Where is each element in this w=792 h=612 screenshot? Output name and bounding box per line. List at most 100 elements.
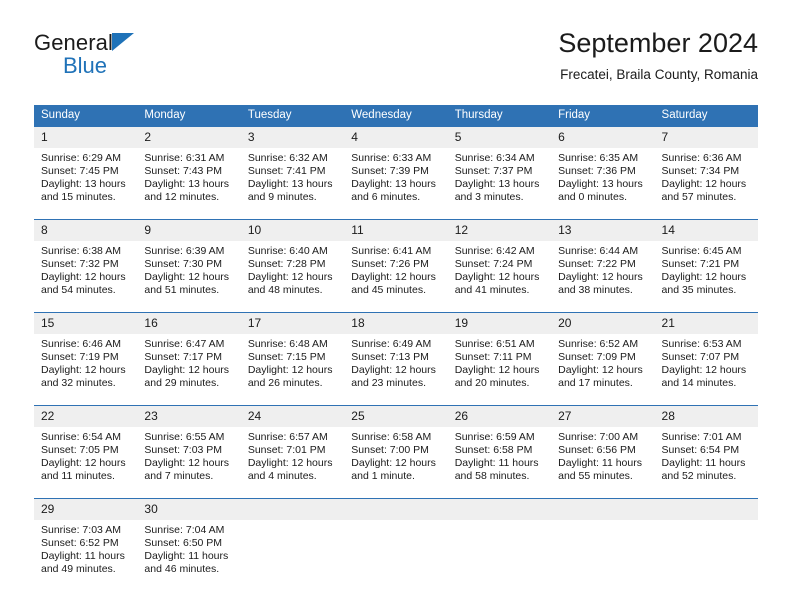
day-number	[551, 499, 655, 520]
daylight-duration-line1: Daylight: 12 hours	[144, 271, 230, 284]
sunset-time: Sunset: 6:52 PM	[41, 537, 119, 550]
calendar-day-cell[interactable]: 10 Sunrise: 6:40 AM Sunset: 7:28 PM Dayligh…	[240, 219, 345, 313]
day-cell-content: 23 Sunrise: 6:55 AM Sunset: 7:03 PM Dayligh…	[137, 406, 241, 498]
day-number: 5	[447, 127, 552, 148]
day-number: 21	[654, 313, 758, 334]
calendar-day-cell[interactable]: 17 Sunrise: 6:48 AM Sunset: 7:15 PM Dayligh…	[240, 312, 345, 406]
sunset-time: Sunset: 7:01 PM	[247, 444, 326, 457]
calendar-day-cell[interactable]: 12 Sunrise: 6:42 AM Sunset: 7:24 PM Dayligh…	[447, 219, 552, 313]
calendar-day-cell[interactable]: 5 Sunrise: 6:34 AM Sunset: 7:37 PM Daylight…	[447, 127, 552, 220]
weekday-header-row: Sunday Monday Tuesday Wednesday Thursday…	[34, 105, 758, 127]
sunset-time: Sunset: 7:05 PM	[41, 444, 119, 457]
calendar-day-cell[interactable]: 7 Sunrise: 6:36 AM Sunset: 7:34 PM Daylight…	[654, 127, 758, 220]
day-cell-content: 30 Sunrise: 7:04 AM Sunset: 6:50 PM Dayligh…	[137, 499, 241, 591]
daylight-duration-line2: and 12 minutes.	[144, 191, 220, 204]
calendar-day-cell[interactable]: 15 Sunrise: 6:46 AM Sunset: 7:19 PM Dayligh…	[34, 312, 138, 406]
sunrise-time: Sunrise: 6:48 AM	[247, 338, 328, 350]
calendar-day-cell[interactable]	[240, 498, 345, 591]
day-details: Sunrise: 6:31 AM Sunset: 7:43 PM Daylight:…	[137, 148, 240, 204]
calendar-day-cell[interactable]: 3 Sunrise: 6:32 AM Sunset: 7:41 PM Daylight…	[240, 127, 345, 220]
sunrise-time: Sunrise: 6:54 AM	[41, 431, 121, 443]
daylight-duration-line1: Daylight: 12 hours	[351, 364, 436, 377]
day-number: 17	[240, 313, 345, 334]
calendar-day-cell[interactable]: 21 Sunrise: 6:53 AM Sunset: 7:07 PM Dayligh…	[654, 312, 758, 406]
daylight-duration-line1: Daylight: 12 hours	[247, 364, 333, 377]
calendar-day-cell[interactable]: 30 Sunrise: 7:04 AM Sunset: 6:50 PM Dayligh…	[137, 498, 241, 591]
day-cell-content: 8 Sunrise: 6:38 AM Sunset: 7:32 PM Daylight…	[34, 220, 138, 312]
sunset-time: Sunset: 7:43 PM	[144, 165, 223, 178]
calendar-day-cell[interactable]: 9 Sunrise: 6:39 AM Sunset: 7:30 PM Daylight…	[137, 219, 241, 313]
calendar-day-cell[interactable]: 13 Sunrise: 6:44 AM Sunset: 7:22 PM Dayligh…	[551, 219, 655, 313]
calendar-day-cell[interactable]: 24 Sunrise: 6:57 AM Sunset: 7:01 PM Dayligh…	[240, 405, 345, 499]
day-details: Sunrise: 7:01 AM Sunset: 6:54 PM Daylight:…	[655, 427, 758, 483]
day-details: Sunrise: 6:40 AM Sunset: 7:28 PM Daylight:…	[241, 241, 344, 297]
sunset-time: Sunset: 7:21 PM	[661, 258, 740, 271]
calendar-day-cell[interactable]: 1 Sunrise: 6:29 AM Sunset: 7:45 PM Daylight…	[34, 127, 138, 220]
daylight-duration-line1: Daylight: 12 hours	[661, 364, 747, 377]
day-cell-content: 10 Sunrise: 6:40 AM Sunset: 7:28 PM Dayligh…	[240, 220, 345, 312]
day-cell-content: 29 Sunrise: 7:03 AM Sunset: 6:52 PM Dayligh…	[34, 499, 138, 591]
sunrise-time: Sunrise: 7:00 AM	[558, 431, 639, 443]
weekday-header-thursday: Thursday	[447, 105, 552, 127]
day-details: Sunrise: 6:36 AM Sunset: 7:34 PM Daylight:…	[655, 148, 758, 204]
daylight-duration-line1: Daylight: 12 hours	[41, 364, 126, 377]
calendar-day-cell[interactable]	[447, 498, 552, 591]
calendar-day-cell[interactable]: 23 Sunrise: 6:55 AM Sunset: 7:03 PM Dayligh…	[137, 405, 241, 499]
day-details: Sunrise: 7:04 AM Sunset: 6:50 PM Daylight:…	[137, 520, 240, 576]
sunset-time: Sunset: 7:17 PM	[144, 351, 223, 364]
sunset-time: Sunset: 7:28 PM	[247, 258, 326, 271]
day-cell-content	[551, 499, 655, 591]
sunset-time: Sunset: 7:00 PM	[351, 444, 429, 457]
sunset-time: Sunset: 6:56 PM	[558, 444, 636, 457]
daylight-duration-line1: Daylight: 13 hours	[247, 178, 333, 191]
day-number: 26	[447, 406, 552, 427]
calendar-day-cell[interactable]: 4 Sunrise: 6:33 AM Sunset: 7:39 PM Daylight…	[344, 127, 448, 220]
day-details: Sunrise: 6:47 AM Sunset: 7:17 PM Daylight:…	[137, 334, 240, 390]
day-number: 23	[137, 406, 241, 427]
sunset-time: Sunset: 7:39 PM	[351, 165, 429, 178]
calendar-day-cell[interactable]: 11 Sunrise: 6:41 AM Sunset: 7:26 PM Dayligh…	[344, 219, 448, 313]
day-number: 4	[344, 127, 448, 148]
sunrise-time: Sunrise: 6:29 AM	[41, 152, 121, 164]
daylight-duration-line1: Daylight: 13 hours	[144, 178, 230, 191]
day-number: 24	[240, 406, 345, 427]
calendar-day-cell[interactable]	[551, 498, 655, 591]
sunset-time: Sunset: 7:09 PM	[558, 351, 636, 364]
calendar-day-cell[interactable]: 27 Sunrise: 7:00 AM Sunset: 6:56 PM Dayligh…	[551, 405, 655, 499]
daylight-duration-line2: and 58 minutes.	[454, 470, 530, 483]
calendar-day-cell[interactable]: 2 Sunrise: 6:31 AM Sunset: 7:43 PM Daylight…	[137, 127, 241, 220]
day-cell-content: 12 Sunrise: 6:42 AM Sunset: 7:24 PM Dayligh…	[447, 220, 552, 312]
calendar-day-cell[interactable]: 29 Sunrise: 7:03 AM Sunset: 6:52 PM Dayligh…	[34, 498, 138, 591]
daylight-duration-line2: and 51 minutes.	[144, 284, 220, 297]
calendar-day-cell[interactable]: 28 Sunrise: 7:01 AM Sunset: 6:54 PM Dayligh…	[654, 405, 758, 499]
sunrise-time: Sunrise: 6:51 AM	[454, 338, 535, 350]
calendar-day-cell[interactable]: 16 Sunrise: 6:47 AM Sunset: 7:17 PM Dayligh…	[137, 312, 241, 406]
day-details: Sunrise: 6:32 AM Sunset: 7:41 PM Daylight:…	[241, 148, 344, 204]
day-number: 11	[344, 220, 448, 241]
calendar-day-cell[interactable]: 25 Sunrise: 6:58 AM Sunset: 7:00 PM Dayligh…	[344, 405, 448, 499]
calendar-day-cell[interactable]: 26 Sunrise: 6:59 AM Sunset: 6:58 PM Dayligh…	[447, 405, 552, 499]
calendar-day-cell[interactable]: 6 Sunrise: 6:35 AM Sunset: 7:36 PM Daylight…	[551, 127, 655, 220]
daylight-duration-line1: Daylight: 11 hours	[41, 550, 125, 563]
day-cell-content: 26 Sunrise: 6:59 AM Sunset: 6:58 PM Dayligh…	[447, 406, 552, 498]
calendar-day-cell[interactable]	[344, 498, 448, 591]
daylight-duration-line2: and 52 minutes.	[661, 470, 737, 483]
sunset-time: Sunset: 6:54 PM	[661, 444, 740, 457]
sunrise-time: Sunrise: 6:33 AM	[351, 152, 432, 164]
calendar-day-cell[interactable]: 18 Sunrise: 6:49 AM Sunset: 7:13 PM Dayligh…	[344, 312, 448, 406]
general-blue-logo[interactable]: General Blue	[34, 30, 254, 90]
sunrise-time: Sunrise: 6:41 AM	[351, 245, 432, 257]
day-details: Sunrise: 6:45 AM Sunset: 7:21 PM Daylight:…	[655, 241, 758, 297]
sunrise-time: Sunrise: 6:35 AM	[558, 152, 639, 164]
calendar-day-cell[interactable]: 19 Sunrise: 6:51 AM Sunset: 7:11 PM Dayligh…	[447, 312, 552, 406]
day-number: 30	[137, 499, 241, 520]
daylight-duration-line1: Daylight: 11 hours	[454, 457, 539, 470]
calendar-day-cell[interactable]: 20 Sunrise: 6:52 AM Sunset: 7:09 PM Dayligh…	[551, 312, 655, 406]
calendar-day-cell[interactable]: 22 Sunrise: 6:54 AM Sunset: 7:05 PM Dayligh…	[34, 405, 138, 499]
calendar-day-cell[interactable]	[654, 498, 758, 591]
day-details: Sunrise: 6:48 AM Sunset: 7:15 PM Daylight:…	[241, 334, 344, 390]
calendar-day-cell[interactable]: 14 Sunrise: 6:45 AM Sunset: 7:21 PM Dayligh…	[654, 219, 758, 313]
sunrise-time: Sunrise: 6:53 AM	[661, 338, 742, 350]
day-details: Sunrise: 6:29 AM Sunset: 7:45 PM Daylight:…	[34, 148, 137, 204]
calendar-day-cell[interactable]: 8 Sunrise: 6:38 AM Sunset: 7:32 PM Daylight…	[34, 219, 138, 313]
